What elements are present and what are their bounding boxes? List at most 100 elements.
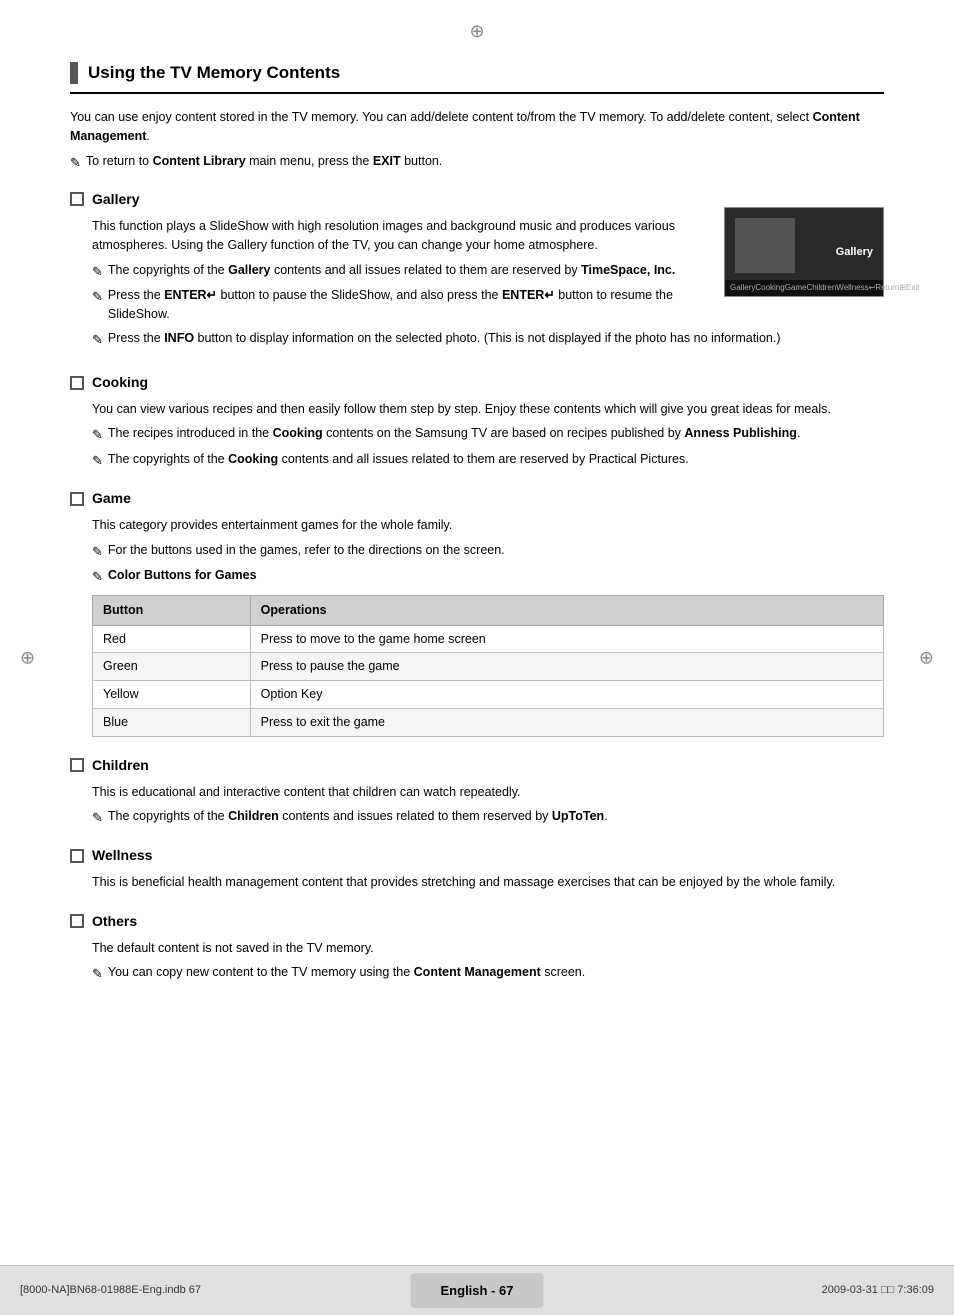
- gallery-bar-item5: Wellness: [836, 282, 868, 294]
- table-header-button: Button: [93, 595, 251, 625]
- intro-bold-content-management: Content Management: [70, 110, 860, 143]
- gallery-note-3: ✎ Press the INFO button to display infor…: [92, 329, 884, 350]
- gallery-title: Gallery: [92, 189, 139, 210]
- cooking-checkbox-icon: [70, 376, 84, 390]
- cooking-note-text-2: The copyrights of the Cooking contents a…: [108, 450, 689, 469]
- others-checkbox-icon: [70, 914, 84, 928]
- footer-center-text: English - 67: [441, 1283, 514, 1298]
- table-cell-yellow-op: Option Key: [250, 681, 883, 709]
- cooking-note-icon-2: ✎: [92, 451, 103, 471]
- others-note-bold-content-mgmt: Content Management: [414, 965, 541, 979]
- children-note-text-1: The copyrights of the Children contents …: [108, 807, 608, 826]
- game-color-table: Button Operations Red Press to move to t…: [92, 595, 884, 737]
- section-others: Others The default content is not saved …: [70, 911, 884, 984]
- children-note-icon-1: ✎: [92, 808, 103, 828]
- intro-note-text: To return to Content Library main menu, …: [86, 152, 442, 171]
- intro-note-bold-exit: EXIT: [373, 154, 401, 168]
- cooking-body: You can view various recipes and then ea…: [70, 400, 884, 470]
- others-note-text-1: You can copy new content to the TV memor…: [108, 963, 585, 982]
- children-note-bold: Children: [228, 809, 279, 823]
- gallery-note-text-3: Press the INFO button to display informa…: [108, 329, 781, 348]
- children-title: Children: [92, 755, 149, 776]
- game-title: Game: [92, 488, 131, 509]
- gallery-note-icon-1: ✎: [92, 262, 103, 282]
- footer-left-text: [8000-NA]BN68-01988E-Eng.indb 67: [20, 1282, 201, 1299]
- others-note-icon-1: ✎: [92, 964, 103, 984]
- footer-bar: [8000-NA]BN68-01988E-Eng.indb 67 English…: [0, 1265, 954, 1315]
- intro-paragraph: You can use enjoy content stored in the …: [70, 108, 884, 147]
- others-note-1: ✎ You can copy new content to the TV mem…: [92, 963, 884, 984]
- game-checkbox-icon: [70, 492, 84, 506]
- gallery-note-text-2: Press the ENTER↵ button to pause the Sli…: [108, 286, 709, 324]
- game-note-1: ✎ For the buttons used in the games, ref…: [92, 541, 884, 562]
- footer-right-text: 2009-03-31 □□ 7:36:09: [822, 1282, 934, 1299]
- table-cell-red: Red: [93, 625, 251, 653]
- table-row: Red Press to move to the game home scree…: [93, 625, 884, 653]
- footer-center-label: English - 67: [411, 1273, 544, 1309]
- crosshair-left-icon: ⊕: [20, 644, 35, 671]
- crosshair-right-icon: ⊕: [919, 644, 934, 671]
- section-wellness: Wellness This is beneficial health manag…: [70, 845, 884, 892]
- gallery-screenshot: Gallery Gallery Cooking Game Children We…: [724, 207, 884, 297]
- title-bar-decoration: [70, 62, 78, 84]
- cooking-note-bold-cooking: Cooking: [273, 426, 323, 440]
- table-row: Yellow Option Key: [93, 681, 884, 709]
- table-row: Blue Press to exit the game: [93, 708, 884, 736]
- children-body-text: This is educational and interactive cont…: [92, 783, 884, 802]
- gallery-image-label: Gallery: [836, 244, 873, 261]
- gallery-note-bold-enter2: ENTER↵: [502, 288, 555, 302]
- gallery-bar-item6: ↩Return: [869, 282, 900, 294]
- game-body-text: This category provides entertainment gam…: [92, 516, 884, 535]
- others-title: Others: [92, 911, 137, 932]
- cooking-header: Cooking: [70, 372, 884, 393]
- wellness-body-text: This is beneficial health management con…: [92, 873, 884, 892]
- others-body-text: The default content is not saved in the …: [92, 939, 884, 958]
- game-note-2: ✎ Color Buttons for Games: [92, 566, 884, 587]
- section-gallery: Gallery Gallery Gallery Cooking Game Chi…: [70, 189, 884, 354]
- gallery-note-text-1: The copyrights of the Gallery contents a…: [108, 261, 675, 280]
- wellness-title: Wellness: [92, 845, 152, 866]
- page-title: Using the TV Memory Contents: [70, 60, 884, 94]
- gallery-note-bold-timespace: TimeSpace, Inc.: [581, 263, 675, 277]
- gallery-bar-item7: ⊞Exit: [899, 282, 919, 294]
- others-header: Others: [70, 911, 884, 932]
- table-cell-yellow: Yellow: [93, 681, 251, 709]
- game-note-bold-color: Color Buttons for Games: [108, 568, 257, 582]
- children-header: Children: [70, 755, 884, 776]
- children-note-bold-uptoten: UpToTen: [552, 809, 604, 823]
- gallery-image: Gallery Gallery Cooking Game Children We…: [724, 207, 884, 297]
- table-row: Green Press to pause the game: [93, 653, 884, 681]
- game-note-text-2: Color Buttons for Games: [108, 566, 257, 585]
- gallery-inner-photo: [735, 218, 795, 273]
- gallery-note-icon-2: ✎: [92, 287, 103, 307]
- cooking-note-bold-anness: Anness Publishing: [684, 426, 797, 440]
- section-cooking: Cooking You can view various recipes and…: [70, 372, 884, 470]
- gallery-note-2: ✎ Press the ENTER↵ button to pause the S…: [92, 286, 709, 324]
- game-note-icon-1: ✎: [92, 542, 103, 562]
- page-title-text: Using the TV Memory Contents: [88, 60, 340, 86]
- gallery-checkbox-icon: [70, 192, 84, 206]
- note-icon-intro: ✎: [70, 153, 81, 173]
- cooking-body-text: You can view various recipes and then ea…: [92, 400, 884, 419]
- cooking-note-icon-1: ✎: [92, 425, 103, 445]
- intro-note-bold-library: Content Library: [153, 154, 246, 168]
- table-cell-red-op: Press to move to the game home screen: [250, 625, 883, 653]
- gallery-note-bold-info: INFO: [164, 331, 194, 345]
- children-checkbox-icon: [70, 758, 84, 772]
- children-body: This is educational and interactive cont…: [70, 783, 884, 828]
- gallery-bar-item4: Children: [807, 282, 837, 294]
- crosshair-top-icon: ⊕: [469, 18, 484, 45]
- intro-note: ✎ To return to Content Library main menu…: [70, 152, 884, 173]
- table-cell-blue: Blue: [93, 708, 251, 736]
- cooking-note-text-1: The recipes introduced in the Cooking co…: [108, 424, 801, 443]
- children-note-1: ✎ The copyrights of the Children content…: [92, 807, 884, 828]
- game-header: Game: [70, 488, 884, 509]
- table-cell-green: Green: [93, 653, 251, 681]
- cooking-note-bold-cooking2: Cooking: [228, 452, 278, 466]
- table-header-operations: Operations: [250, 595, 883, 625]
- section-children: Children This is educational and interac…: [70, 755, 884, 828]
- gallery-bar-item2: Cooking: [755, 282, 784, 294]
- table-cell-green-op: Press to pause the game: [250, 653, 883, 681]
- gallery-note-bold-1: Gallery: [228, 263, 270, 277]
- cooking-note-1: ✎ The recipes introduced in the Cooking …: [92, 424, 884, 445]
